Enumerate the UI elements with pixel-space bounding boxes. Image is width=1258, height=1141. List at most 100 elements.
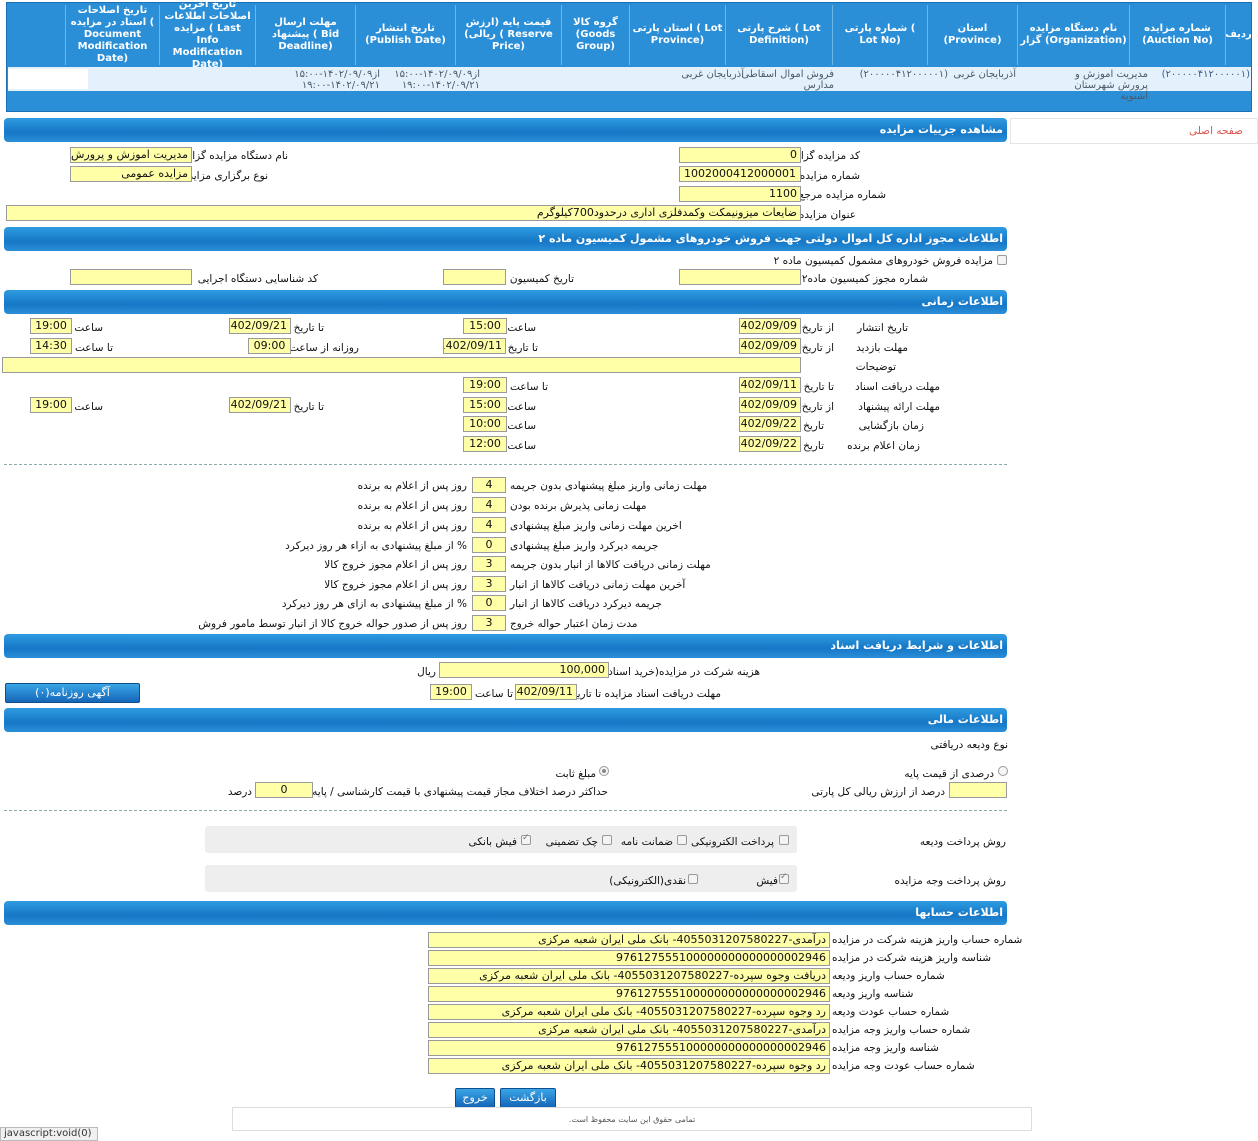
winner-time[interactable]: 12:00	[463, 436, 507, 452]
publish-to-label: تا تاریخ	[293, 322, 324, 334]
visit-daily-from[interactable]: 09:00	[248, 338, 291, 354]
deadline-label: اخرین مهلت زمانی واریز مبلغ پیشنهادی	[510, 520, 682, 532]
docs-deadline-time[interactable]: 19:00	[430, 684, 472, 700]
deadline-value[interactable]: 4	[472, 517, 506, 533]
percent-total-field[interactable]	[949, 782, 1007, 798]
deadline-value[interactable]: 3	[472, 556, 506, 572]
opening-time[interactable]: 10:00	[463, 416, 507, 432]
newspaper-ad-button[interactable]: آگهی روزنامه(۰)	[5, 683, 140, 703]
row-blank-cell	[8, 69, 88, 89]
divider	[4, 464, 1007, 465]
deposit-electronic-label: پرداخت الکترونیکی	[690, 836, 774, 848]
publish-from-date[interactable]: 1402/09/09	[739, 318, 801, 334]
account-field[interactable]: 976127555100000000000000002946	[428, 986, 830, 1002]
payment-methods-panel	[205, 865, 797, 892]
offer-from-label: از تاریخ	[801, 401, 834, 413]
winner-label: زمان اعلام برنده	[847, 440, 920, 452]
desc-field[interactable]	[2, 357, 801, 373]
opening-date[interactable]: 1402/09/22	[739, 416, 801, 432]
opening-time-label: ساعت	[507, 420, 536, 432]
ref-no-field[interactable]: 1100	[679, 186, 801, 202]
account-field[interactable]: دریافت وجوه سپرده-4055031207580227- بانک…	[428, 968, 830, 984]
payment-method-label: روش پرداخت وجه مزایده	[894, 875, 1006, 887]
deadline-suffix: روز پس از اعلام به برنده	[357, 500, 467, 512]
offer-label: مهلت ارائه پیشنهاد	[858, 401, 940, 413]
row-province: آذربایجان غربی	[953, 69, 1016, 80]
deposit-cheque-checkbox[interactable]	[602, 835, 612, 845]
commission-checkbox[interactable]	[997, 255, 1007, 265]
winner-date[interactable]: 1402/09/22	[739, 436, 801, 452]
auction-type-label: نوع برگزاری مزایده	[182, 170, 268, 182]
deadline-value[interactable]: 4	[472, 477, 506, 493]
offer-to-time[interactable]: 19:00	[30, 397, 72, 413]
deposit-receipt-checkbox[interactable]	[521, 833, 531, 845]
divider	[4, 810, 1007, 811]
offer-from-date[interactable]: 1402/09/09	[739, 397, 801, 413]
account-field[interactable]: 976127555100000000000000002946	[428, 950, 830, 966]
exec-id-field[interactable]	[70, 269, 192, 285]
back-button[interactable]: بازگشت	[500, 1088, 556, 1108]
account-field[interactable]: 976127555100000000000000002946	[428, 1040, 830, 1056]
section-header-financial: اطلاعات مالی	[4, 708, 1007, 732]
col-header-lot-province: استان پارتی ( Lot Province)	[629, 5, 725, 65]
auctioneer-code-field[interactable]: 0	[679, 147, 801, 163]
docs-to-time[interactable]: 19:00	[463, 377, 507, 393]
offer-to-date[interactable]: 1402/09/21	[229, 397, 291, 413]
permit-no-field[interactable]	[679, 269, 801, 285]
payment-receipt-label: فیش	[756, 875, 778, 887]
account-field[interactable]: درآمدی-4055031207580227- بانک ملی ایران …	[428, 1022, 830, 1038]
deadline-value[interactable]: 0	[472, 537, 506, 553]
deadline-value[interactable]: 4	[472, 497, 506, 513]
deposit-guarantee-checkbox[interactable]	[677, 835, 687, 845]
fixed-amount-radio[interactable]	[599, 766, 609, 776]
docs-deadline-date[interactable]: 1402/09/11	[515, 684, 577, 700]
offer-from-time[interactable]: 15:00	[463, 397, 507, 413]
publish-from-label: از تاریخ	[801, 322, 834, 334]
visit-from-date[interactable]: 1402/09/09	[739, 338, 801, 354]
org-name-field[interactable]: مدیریت اموزش و پرورش ش	[70, 147, 192, 163]
deadline-suffix: روز پس از اعلام به برنده	[357, 520, 467, 532]
auction-title-field[interactable]: ضایعات میزونیمکت وکمدفلزی اداری درحدود70…	[6, 205, 801, 221]
auction-type-field[interactable]: مزایده عمومی	[70, 166, 192, 182]
payment-cash-checkbox[interactable]	[688, 874, 698, 884]
max-diff-label: حداکثر درصد اختلاف مجاز قیمت پیشنهادی با…	[312, 786, 608, 798]
deadline-label: مهلت زمانی واریز مبلغ پیشنهادی بدون جریم…	[510, 480, 708, 492]
row-auction-no[interactable]: (۲۰۰۰۰۰۴۱۲۰۰۰۰۰۱)	[1130, 69, 1250, 80]
deadline-label: مهلت زمانی دریافت کالاها از انبار بدون ج…	[510, 559, 711, 571]
docs-deadline-label: مهلت دریافت اسناد	[855, 381, 940, 393]
percent-base-radio[interactable]	[998, 766, 1008, 776]
fee-field[interactable]: 100,000	[439, 662, 609, 678]
deadline-value[interactable]: 0	[472, 595, 506, 611]
visit-to-date[interactable]: 1402/09/11	[443, 338, 506, 354]
commission-date-field[interactable]	[443, 269, 506, 285]
docs-deadline-label-2: مهلت دریافت اسناد مزایده تا تاریخ	[570, 688, 721, 700]
max-diff-field[interactable]: 0	[255, 782, 313, 798]
deadline-label: جریمه دیرکرد دریافت کالاها از انبار	[510, 598, 662, 610]
home-link[interactable]: صفحه اصلی	[1189, 125, 1243, 137]
account-field[interactable]: رد وجوه سپرده-4055031207580227- بانک ملی…	[428, 1058, 830, 1074]
docs-to-date[interactable]: 1402/09/11	[739, 377, 801, 393]
account-label: شماره حساب عودت وجه مزایده	[832, 1060, 975, 1072]
account-label: شناسه واریز وجه مزایده	[832, 1042, 939, 1054]
col-header-goods-group: گروه کالا (Goods Group)	[561, 5, 629, 65]
account-field[interactable]: رد وجوه سپرده-4055031207580227- بانک ملی…	[428, 1004, 830, 1020]
publish-to-date[interactable]: 1402/09/21	[229, 318, 291, 334]
auction-no-label: شماره مزایده	[799, 170, 860, 182]
publish-from-time[interactable]: 15:00	[463, 318, 507, 334]
opening-date-label: تاریخ	[803, 420, 824, 432]
visit-to-time[interactable]: 14:30	[30, 338, 72, 354]
deposit-electronic-checkbox[interactable]	[779, 835, 789, 845]
deadline-suffix: % از مبلغ پیشنهادی به ازاء هر روز دیرکرد	[285, 540, 467, 552]
row-deadline: از۱۴۰۲/۰۹/۰۹-۱۵:۰۰ ۱۴۰۲/۰۹/۲۱-۱۹:۰۰	[294, 69, 380, 91]
payment-receipt-checkbox[interactable]	[779, 872, 789, 884]
winner-time-label: ساعت	[507, 440, 536, 452]
deadline-value[interactable]: 3	[472, 615, 506, 631]
exit-button[interactable]: خروج	[455, 1088, 495, 1108]
auction-no-field[interactable]: 1002000412000001	[679, 166, 801, 182]
auction-row[interactable]: (۲۰۰۰۰۰۴۱۲۰۰۰۰۰۱) مدیریت اموزش و پرورش ش…	[8, 67, 1251, 102]
account-label: شماره حساب واریز ودیعه	[832, 970, 945, 982]
col-header-lot-definition: شرح پارتی ( Lot Definition)	[725, 5, 832, 65]
deadline-value[interactable]: 3	[472, 576, 506, 592]
publish-to-time[interactable]: 19:00	[30, 318, 72, 334]
account-field[interactable]: درآمدی-4055031207580227- بانک ملی ایران …	[428, 932, 830, 948]
